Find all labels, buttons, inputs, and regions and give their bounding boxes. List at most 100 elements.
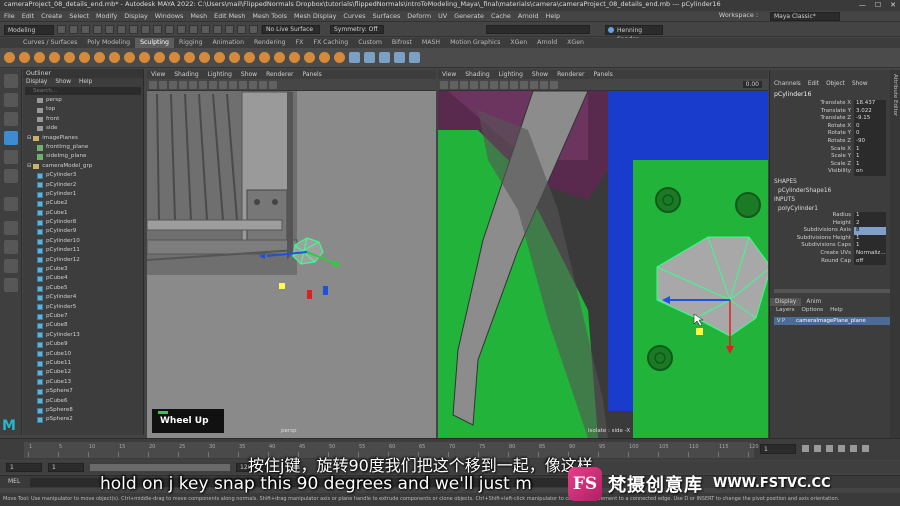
last-tool-icon[interactable] bbox=[3, 197, 18, 211]
channel-attribute-row[interactable]: Create UVs Normaliz... bbox=[770, 249, 900, 258]
channel-attribute-value[interactable]: 18.437 bbox=[854, 100, 886, 108]
channel-attribute-value[interactable]: 1 bbox=[854, 242, 886, 250]
status-tool-icon[interactable] bbox=[213, 25, 222, 34]
grid-icon[interactable] bbox=[189, 80, 197, 89]
status-tool-icon[interactable] bbox=[57, 25, 66, 34]
layer-menu-help[interactable]: Help bbox=[830, 307, 843, 313]
layout-two-icon[interactable] bbox=[3, 259, 18, 273]
camera-attr-icon[interactable] bbox=[159, 80, 167, 89]
menu-mesh-tools[interactable]: Mesh Tools bbox=[252, 12, 287, 20]
lights-icon[interactable] bbox=[530, 80, 538, 89]
sculpt-brush-icon[interactable] bbox=[109, 52, 120, 63]
channel-attribute-value[interactable]: Normaliz... bbox=[854, 249, 886, 258]
menu-uv[interactable]: UV bbox=[438, 12, 447, 20]
sculpt-brush-icon[interactable] bbox=[394, 52, 405, 63]
grid-icon[interactable] bbox=[480, 80, 488, 89]
status-tool-icon[interactable] bbox=[141, 25, 150, 34]
outliner-item[interactable]: front bbox=[23, 115, 143, 124]
outliner-item[interactable]: ⊟ imagePlanes bbox=[23, 134, 143, 143]
paint-select-icon[interactable] bbox=[3, 112, 18, 126]
close-icon[interactable]: ✕ bbox=[890, 1, 896, 9]
sculpt-brush-icon[interactable] bbox=[289, 52, 300, 63]
move-tool-icon[interactable] bbox=[3, 131, 18, 145]
status-tool-icon[interactable] bbox=[117, 25, 126, 34]
sculpt-brush-icon[interactable] bbox=[4, 52, 15, 63]
menu-windows[interactable]: Windows bbox=[155, 12, 184, 20]
outliner-item[interactable]: pCube6 bbox=[23, 397, 143, 406]
menu-cache[interactable]: Cache bbox=[491, 12, 511, 20]
viewport-menu-lighting[interactable]: Lighting bbox=[208, 71, 232, 78]
outliner-item[interactable]: pCube12 bbox=[23, 368, 143, 377]
shelf-tab-rendering[interactable]: Rendering bbox=[249, 38, 291, 48]
outliner-item[interactable]: pCube7 bbox=[23, 312, 143, 321]
menu-help[interactable]: Help bbox=[546, 12, 561, 20]
outliner-item[interactable]: frontImg_plane bbox=[23, 143, 143, 152]
outliner-item[interactable]: pCube1 bbox=[23, 209, 143, 218]
channel-attribute-value[interactable]: on bbox=[854, 168, 886, 176]
viewport-menu-panels[interactable]: Panels bbox=[593, 71, 612, 78]
status-tool-icon[interactable] bbox=[189, 25, 198, 34]
film-gate-icon[interactable] bbox=[199, 80, 207, 89]
xray-icon[interactable] bbox=[269, 80, 277, 89]
channel-attribute-value[interactable]: -9.15 bbox=[854, 115, 886, 123]
viewport-persp[interactable]: View Shading Lighting Show Renderer Panels bbox=[147, 70, 436, 438]
wireframe-icon[interactable] bbox=[500, 80, 508, 89]
go-to-end-icon[interactable] bbox=[862, 445, 869, 452]
sculpt-brush-icon[interactable] bbox=[229, 52, 240, 63]
menu-edit-mesh[interactable]: Edit Mesh bbox=[214, 12, 245, 20]
menu-display[interactable]: Display bbox=[124, 12, 148, 20]
minimize-icon[interactable]: — bbox=[859, 1, 866, 9]
sculpt-brush-icon[interactable] bbox=[124, 52, 135, 63]
shape-name[interactable]: pCylinderShape16 bbox=[770, 188, 900, 194]
layer-tab-display[interactable]: Display bbox=[770, 298, 802, 307]
channel-attribute-row[interactable]: Scale Z1 bbox=[770, 160, 900, 169]
outliner-item[interactable]: top bbox=[23, 105, 143, 114]
status-tool-icon[interactable] bbox=[105, 25, 114, 34]
smooth-shade-icon[interactable] bbox=[219, 80, 227, 89]
display-layer-row[interactable]: cameraImagePlane_plane bbox=[774, 317, 896, 326]
status-tool-icon[interactable] bbox=[201, 25, 210, 34]
shelf-tab-arnold[interactable]: Arnold bbox=[532, 38, 562, 48]
lights-icon[interactable] bbox=[239, 80, 247, 89]
shelf-tab-xgen[interactable]: XGen bbox=[505, 38, 532, 48]
menu-mesh[interactable]: Mesh bbox=[190, 12, 207, 20]
quick-input-field[interactable] bbox=[486, 25, 590, 34]
status-tool-icon[interactable] bbox=[177, 25, 186, 34]
shelf-tab-animation[interactable]: Animation bbox=[207, 38, 249, 48]
sculpt-brush-icon[interactable] bbox=[94, 52, 105, 63]
sculpt-brush-icon[interactable] bbox=[79, 52, 90, 63]
workspace-select[interactable]: Maya Classic* bbox=[770, 12, 840, 21]
channel-attribute-row[interactable]: Subdivisions Axis 8 bbox=[770, 227, 900, 235]
outliner-menu-show[interactable]: Show bbox=[55, 79, 71, 85]
channel-menu-edit[interactable]: Edit bbox=[808, 81, 819, 87]
scale-tool-icon[interactable] bbox=[3, 169, 18, 183]
outliner-item[interactable]: pCylinder9 bbox=[23, 227, 143, 236]
expand-icon[interactable]: ⊟ bbox=[27, 134, 31, 143]
viewport-menu-view[interactable]: View bbox=[151, 71, 165, 78]
channel-menu-show[interactable]: Show bbox=[852, 81, 868, 87]
channel-attribute-value[interactable]: off bbox=[854, 257, 886, 266]
outliner-item[interactable]: pCube5 bbox=[23, 284, 143, 293]
menu-set-dropdown[interactable]: Modeling bbox=[4, 24, 54, 35]
channel-attribute-value[interactable]: 2 bbox=[854, 219, 886, 228]
channel-attribute-row[interactable]: Translate X 18.437 bbox=[770, 100, 900, 108]
outliner-item[interactable]: ⊟ cameraModel_grp bbox=[23, 162, 143, 171]
viewport-menu-renderer[interactable]: Renderer bbox=[557, 71, 584, 78]
viewport-menu-shading[interactable]: Shading bbox=[465, 71, 489, 78]
channel-attribute-row[interactable]: Radius 1 bbox=[770, 211, 900, 220]
status-tool-icon[interactable] bbox=[81, 25, 90, 34]
layer-tab-anim[interactable]: Anim bbox=[801, 298, 826, 306]
outliner-item[interactable]: pCube11 bbox=[23, 359, 143, 368]
outliner-item[interactable]: pCylinder4 bbox=[23, 293, 143, 302]
layout-four-icon[interactable] bbox=[3, 240, 18, 254]
channel-attribute-value[interactable]: -90 bbox=[854, 137, 886, 146]
textured-icon[interactable] bbox=[229, 80, 237, 89]
sculpt-brush-icon[interactable] bbox=[199, 52, 210, 63]
side-tab[interactable]: Attribute Editor bbox=[890, 74, 900, 147]
sculpt-brush-icon[interactable] bbox=[409, 52, 420, 63]
outliner-item[interactable]: pCube10 bbox=[23, 350, 143, 359]
sculpt-brush-icon[interactable] bbox=[319, 52, 330, 63]
status-tool-icon[interactable] bbox=[69, 25, 78, 34]
menu-create[interactable]: Create bbox=[41, 12, 62, 20]
lasso-tool-icon[interactable] bbox=[3, 93, 18, 107]
